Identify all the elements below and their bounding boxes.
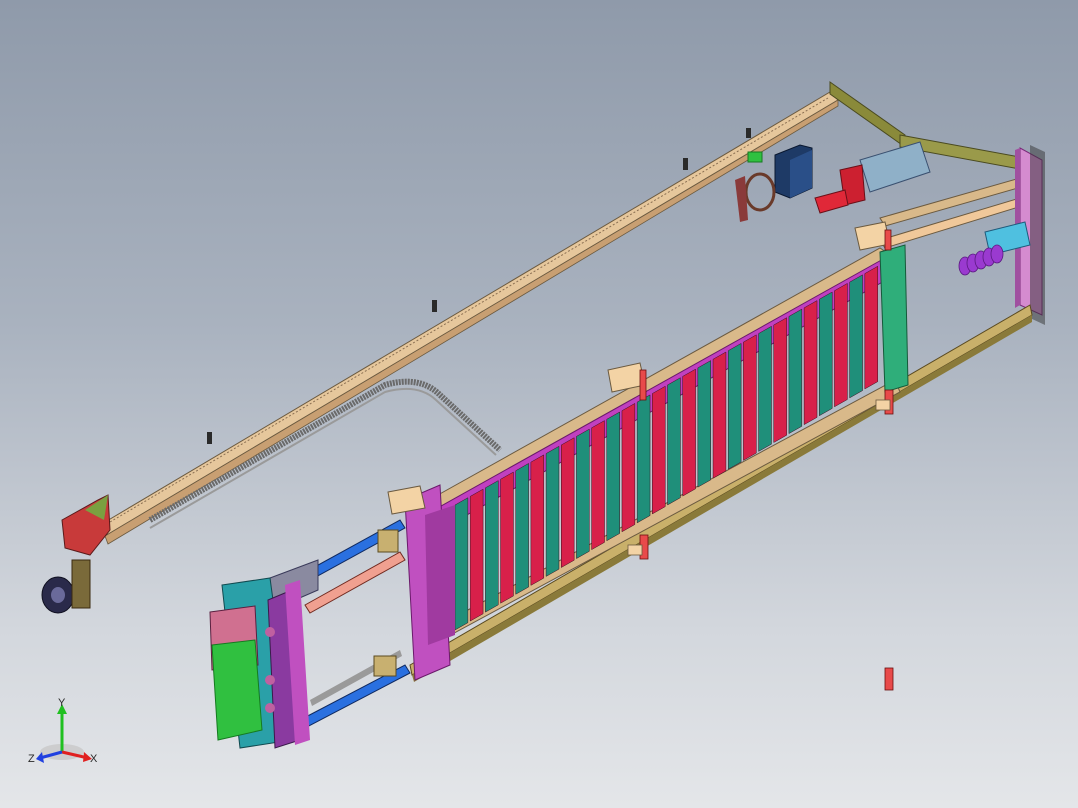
slat xyxy=(469,488,484,622)
x-axis-label: X xyxy=(90,753,98,765)
front-panel-assembly xyxy=(209,559,319,749)
slat xyxy=(727,343,742,470)
motor-block xyxy=(774,144,813,199)
slat xyxy=(712,351,727,479)
z-axis-label: Z xyxy=(28,753,35,765)
slat xyxy=(743,334,757,461)
slat xyxy=(697,360,712,488)
slat xyxy=(576,428,590,559)
slat xyxy=(652,385,666,515)
slat xyxy=(773,317,787,443)
slat xyxy=(819,291,833,417)
slat xyxy=(803,300,818,426)
left-end-wheel xyxy=(41,494,111,614)
slat xyxy=(621,403,636,533)
slat xyxy=(485,480,499,613)
slat xyxy=(515,463,529,595)
assembly-model[interactable]: Y X Z xyxy=(0,0,1078,808)
slat xyxy=(788,308,803,434)
slat xyxy=(864,265,878,390)
slat xyxy=(849,274,863,399)
cad-viewport[interactable]: Y X Z xyxy=(0,0,1078,808)
slat xyxy=(530,454,545,586)
coordinate-triad[interactable]: Y X Z xyxy=(28,697,98,765)
slat xyxy=(682,368,696,497)
slat xyxy=(500,471,514,604)
slat xyxy=(636,394,651,524)
slat xyxy=(606,411,620,542)
slat xyxy=(667,377,681,506)
slat xyxy=(545,445,560,577)
slat-end-frame xyxy=(879,244,909,393)
slat xyxy=(591,420,605,551)
slat xyxy=(758,325,772,452)
y-axis-label: Y xyxy=(58,697,66,709)
upper-cylinder xyxy=(814,141,931,214)
slat xyxy=(561,437,575,568)
slat xyxy=(454,497,469,631)
slat xyxy=(834,283,848,408)
